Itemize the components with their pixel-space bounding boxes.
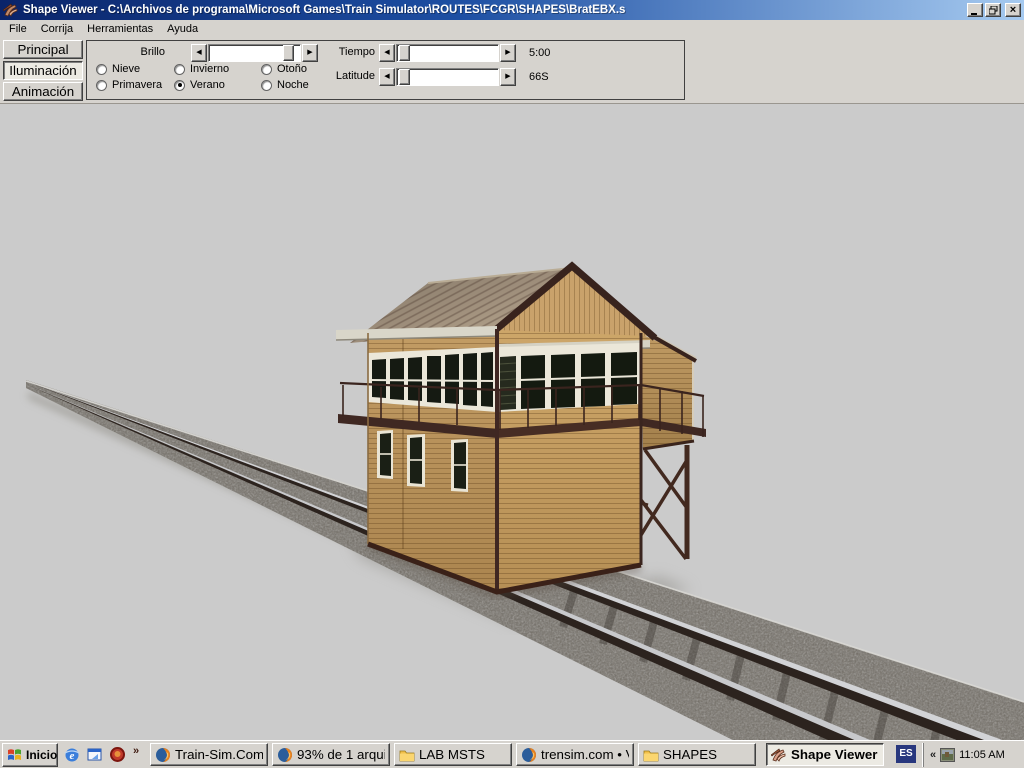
radio-nieve[interactable]: Nieve: [96, 63, 140, 75]
quick-launch-window[interactable]: [85, 745, 104, 764]
radio-dot[interactable]: [174, 64, 185, 75]
radio-otono[interactable]: Otoño: [261, 63, 307, 75]
task-train-sim[interactable]: Train-Sim.Com Fi...: [150, 743, 268, 766]
latitude-slider[interactable]: [396, 68, 499, 86]
time-thumb[interactable]: [399, 45, 410, 61]
time-slider[interactable]: [396, 44, 499, 62]
toolbar: Principal Iluminación Animación Brillo ◀…: [0, 38, 1024, 104]
radio-dot[interactable]: [96, 80, 107, 91]
tray-app-icon[interactable]: [940, 748, 955, 762]
folder-icon: [643, 747, 659, 763]
upper-windows-front: [497, 343, 641, 412]
radio-verano[interactable]: Verano: [174, 79, 225, 91]
tab-iluminacion[interactable]: Iluminación: [3, 61, 83, 80]
brightness-slider[interactable]: [208, 44, 301, 62]
time-left-arrow[interactable]: ◀: [379, 44, 395, 62]
close-button[interactable]: ×: [1005, 3, 1021, 17]
time-label: Tiempo: [315, 46, 375, 58]
latitude-thumb[interactable]: [399, 69, 410, 85]
title-bar: Shape Viewer - C:\Archivos de programa\M…: [0, 0, 1024, 20]
minimize-button[interactable]: [967, 3, 983, 17]
restore-button[interactable]: [985, 3, 1001, 17]
start-button[interactable]: Inicio: [2, 743, 58, 767]
firefox-icon: [277, 747, 293, 763]
menu-ayuda[interactable]: Ayuda: [160, 22, 205, 36]
latitude-left-arrow[interactable]: ◀: [379, 68, 395, 86]
task-lab-msts[interactable]: LAB MSTS: [394, 743, 512, 766]
tab-principal[interactable]: Principal: [3, 40, 83, 59]
svg-text:e: e: [69, 750, 74, 762]
menu-herramientas[interactable]: Herramientas: [80, 22, 160, 36]
brightness-label: Brillo: [105, 46, 165, 58]
radio-dot-selected[interactable]: [174, 80, 185, 91]
quick-launch-overflow-chevron[interactable]: »: [133, 745, 139, 757]
radio-invierno[interactable]: Invierno: [174, 63, 229, 75]
latitude-label: Latitude: [315, 70, 375, 82]
time-right-arrow[interactable]: ▶: [500, 44, 516, 62]
brightness-left-arrow[interactable]: ◀: [191, 44, 207, 62]
upper-windows-left: [368, 347, 497, 412]
time-value: 5:00: [529, 47, 550, 59]
task-shape-viewer[interactable]: Shape Viewer -...: [766, 743, 884, 766]
menu-corrija[interactable]: Corrija: [34, 22, 80, 36]
language-indicator[interactable]: ES: [896, 745, 916, 763]
latitude-value: 66S: [529, 71, 549, 83]
radio-dot[interactable]: [261, 80, 272, 91]
menu-bar: File Corrija Herramientas Ayuda: [0, 20, 1024, 38]
windows-logo-icon: [7, 747, 23, 763]
window-title: Shape Viewer - C:\Archivos de programa\M…: [23, 4, 965, 16]
shape-viewer-icon: [771, 747, 787, 763]
window-app-icon: [87, 747, 103, 763]
menu-file[interactable]: File: [2, 22, 34, 36]
firefox-icon: [155, 747, 171, 763]
app-icon: [3, 2, 19, 18]
internet-explorer-icon: e: [64, 747, 80, 763]
red-ball-icon: [109, 746, 126, 763]
firefox-icon: [521, 747, 537, 763]
shape-viewer-window: Shape Viewer - C:\Archivos de programa\M…: [0, 0, 1024, 768]
task-shapes-folder[interactable]: SHAPES: [638, 743, 756, 766]
latitude-right-arrow[interactable]: ▶: [500, 68, 516, 86]
quick-launch-ie[interactable]: e: [62, 745, 81, 764]
task-download[interactable]: 93% de 1 arquiv...: [272, 743, 390, 766]
taskbar: Inicio e » Train-Si: [0, 740, 1024, 768]
illumination-panel: Brillo ◀ ▶ Nieve Invierno Otoño Primaver…: [86, 40, 685, 100]
quick-launch-red-ball[interactable]: [108, 745, 127, 764]
radio-noche[interactable]: Noche: [261, 79, 309, 91]
task-trensim[interactable]: trensim.com • Ve...: [516, 743, 634, 766]
scene: [0, 104, 1024, 740]
folder-icon: [399, 747, 415, 763]
radio-dot[interactable]: [261, 64, 272, 75]
clock: 11:05 AM: [959, 749, 1005, 761]
3d-viewport[interactable]: [0, 104, 1024, 740]
radio-dot[interactable]: [96, 64, 107, 75]
radio-primavera[interactable]: Primavera: [96, 79, 162, 91]
tray-collapse-chevron[interactable]: «: [930, 749, 936, 761]
brightness-thumb[interactable]: [283, 45, 294, 61]
tab-animacion[interactable]: Animación: [3, 82, 83, 101]
system-tray: « 11:05 AM: [923, 743, 1022, 767]
